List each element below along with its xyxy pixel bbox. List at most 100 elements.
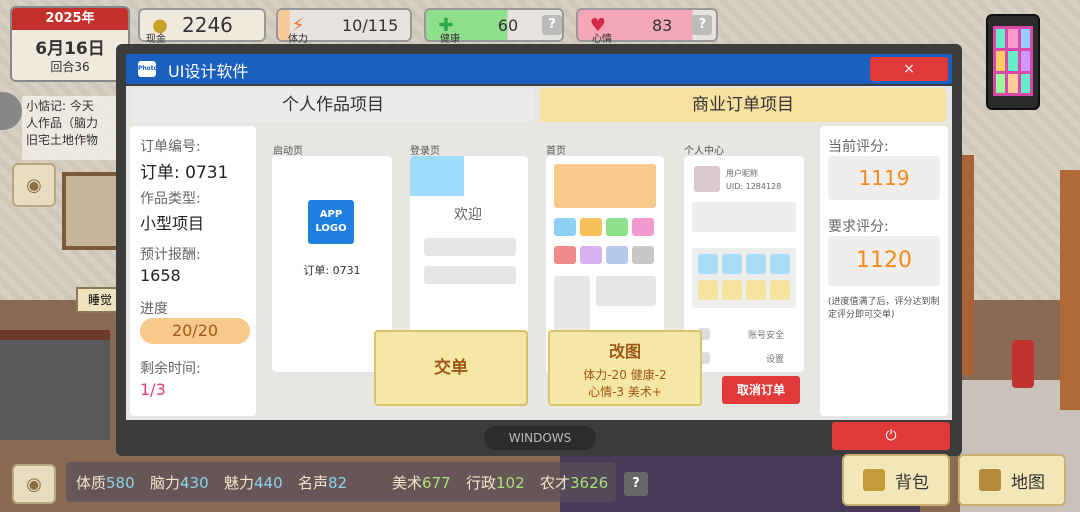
health-help-button[interactable]: ? (542, 15, 562, 35)
attr-brain: 脑力430 (150, 472, 209, 493)
attr-value: 82 (328, 474, 348, 492)
revise-design-button[interactable]: 改图 体力-20 健康-2 心情-3 美术+ (548, 330, 702, 406)
required-score-label: 要求评分: (828, 219, 889, 235)
login-corner-decoration-blue (410, 156, 464, 196)
health-bar: ✚ 健康 60 ? (424, 8, 564, 45)
login-screen-label: 登录页 (410, 146, 440, 157)
icon-tile (554, 246, 576, 264)
notes-panel[interactable]: 小惦记: 今天 人作品（脑力 旧宅土地作物 (22, 96, 130, 160)
revise-cost-line1: 体力-20 健康-2 (583, 368, 667, 382)
required-score: 1120 (828, 236, 940, 286)
note-line-1: 小惦记: 今天 (26, 99, 94, 113)
current-score-label: 当前评分: (828, 139, 889, 155)
attr-value: 3626 (570, 474, 609, 492)
attr-label: 脑力 (150, 474, 181, 492)
profile-uid: UID: 1284128 (726, 182, 782, 191)
note-line-3: 旧宅土地作物 (26, 133, 99, 147)
reward-value: 1658 (140, 266, 181, 285)
calendar-date: 6月16日 (35, 39, 105, 59)
tab-commercial-orders[interactable]: 商业订单项目 (540, 88, 946, 122)
note-line-2: 人作品（脑力 (26, 116, 99, 130)
map-button[interactable]: 地图 (958, 454, 1066, 506)
submit-order-button[interactable]: 交单 (374, 330, 528, 406)
order-id-label: 订单编号: (140, 139, 201, 155)
color-tile (722, 254, 742, 274)
stamina-bar: ⚡ 体力 10/115 (276, 8, 412, 45)
color-tile (698, 280, 718, 300)
attr-fame: 名声82 (298, 472, 347, 493)
windows-taskbar-label: WINDOWS (484, 426, 596, 450)
score-hint: (进度值满了后，评分达到制定评分即可交单) (828, 297, 940, 320)
app-logo-icon: Photo (138, 61, 158, 77)
reward-label: 预计报酬: (140, 247, 201, 263)
profile-settings: 设置 (766, 355, 785, 365)
bag-label: 背包 (895, 472, 929, 493)
door[interactable] (1060, 170, 1080, 410)
window-titlebar: Photo UI设计软件 × (126, 54, 952, 84)
calendar-year: 2025年 (12, 8, 128, 30)
view-toggle-button[interactable]: ◉ (12, 163, 56, 207)
mood-value: 83 (652, 15, 673, 35)
work-type: 小型项目 (140, 214, 205, 233)
bag-button[interactable]: 背包 (842, 454, 950, 506)
attr-label: 行政 (466, 474, 497, 492)
tab-personal-projects[interactable]: 个人作品项目 (132, 88, 534, 122)
close-button[interactable]: × (870, 57, 948, 81)
attr-value: 102 (496, 474, 525, 492)
attr-label: 魅力 (224, 474, 255, 492)
power-button[interactable]: ⏻ (832, 422, 950, 450)
stamina-label: 体力 (288, 34, 308, 45)
phone-button[interactable] (986, 14, 1040, 110)
bottom-view-toggle-button[interactable]: ◉ (12, 464, 56, 504)
attr-label: 体质 (76, 474, 107, 492)
cash-label: 现金 (146, 34, 166, 45)
splash-order-id: 订单: 0731 (303, 264, 361, 277)
icon-tile (632, 218, 654, 236)
window-content: 个人作品项目 商业订单项目 订单编号: 订单: 0731 作品类型: 小型项目 … (126, 86, 952, 420)
progress-bar: 20/20 (140, 318, 250, 344)
time-left-label: 剩余时间: (140, 361, 201, 377)
map-icon (979, 469, 1001, 491)
attr-label: 农才 (540, 474, 571, 492)
home-banner-mock (554, 164, 656, 208)
username-field-mock (424, 238, 516, 256)
attr-value: 440 (254, 474, 283, 492)
health-value: 60 (497, 15, 519, 35)
color-tile (746, 280, 766, 300)
progress-label: 进度 (140, 301, 168, 317)
phone-screen (993, 26, 1033, 96)
profile-grid-bg (692, 202, 796, 232)
attr-label: 美术 (392, 474, 423, 492)
bed[interactable] (0, 330, 110, 440)
password-field-mock (424, 266, 516, 284)
eye-icon: ◉ (26, 174, 42, 196)
mood-help-button[interactable]: ? (692, 15, 713, 35)
icon-tile (554, 218, 576, 236)
order-info-card: 订单编号: 订单: 0731 作品类型: 小型项目 预计报酬: 1658 进度 … (130, 126, 256, 416)
mood-label: 心情 (592, 34, 612, 45)
color-tile (770, 254, 790, 274)
attr-value: 430 (180, 474, 209, 492)
health-label: 健康 (440, 34, 460, 45)
current-score: 1119 (828, 156, 940, 200)
cash-display: ● 现金 2246 (138, 8, 266, 45)
stamina-value: 10/115 (342, 15, 399, 35)
profile-screen-mock[interactable]: 用户昵称 UID: 1284128 账号安全 设置 (684, 156, 804, 372)
attributes-help-button[interactable]: ? (624, 472, 648, 496)
order-id: 订单: 0731 (140, 163, 229, 183)
icon-tile (632, 246, 654, 264)
avatar-mock (694, 166, 720, 192)
time-left-value: 1/3 (140, 380, 166, 399)
bag-icon (863, 469, 885, 491)
revise-label: 改图 (608, 342, 641, 361)
attr-charm: 魅力440 (224, 472, 283, 493)
home-list-mock (596, 276, 656, 306)
attr-admin: 行政102 (466, 472, 525, 493)
cancel-order-button[interactable]: 取消订单 (722, 376, 800, 404)
attr-art: 美术677 (392, 472, 451, 493)
icon-tile (580, 218, 602, 236)
home-screen-label: 首页 (546, 146, 566, 157)
door-frame (960, 155, 974, 375)
eye-icon: ◉ (26, 473, 42, 495)
map-label: 地图 (1011, 472, 1045, 493)
